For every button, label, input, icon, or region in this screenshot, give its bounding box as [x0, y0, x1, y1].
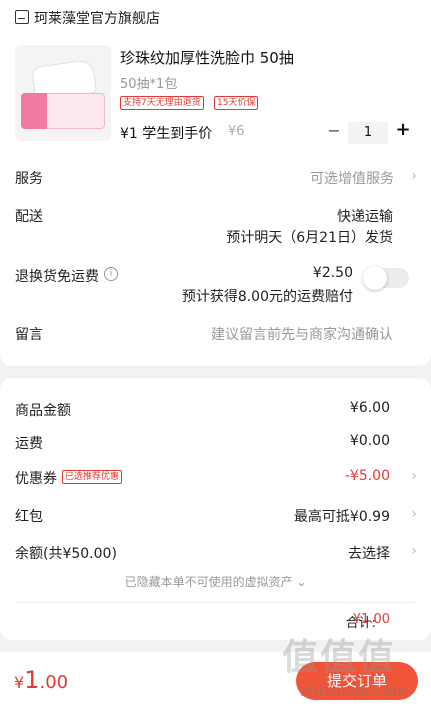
- delivery-eta: 预计明天（6月21日）发货: [226, 230, 393, 246]
- pay-amount-decimal: .00: [39, 672, 69, 693]
- product-spec: 50抽*1包: [120, 77, 178, 92]
- chevron-right-icon[interactable]: ›: [411, 168, 417, 184]
- pay-amount-integer: 1: [24, 666, 40, 694]
- return-policy-tag: 支持7天无理由退货: [120, 96, 204, 110]
- original-price: ¥6: [228, 124, 245, 139]
- quantity-decrease-button[interactable]: −: [326, 121, 342, 140]
- quantity-increase-button[interactable]: +: [394, 119, 412, 140]
- watermark: 值值值: [282, 637, 397, 678]
- chevron-right-icon[interactable]: ›: [411, 543, 417, 559]
- shipping-value: ¥0.00: [349, 433, 390, 449]
- price-protect-tag: 15天价保: [214, 96, 259, 110]
- coupon-label: 优惠券: [15, 471, 57, 487]
- delivery-method: 快递运输: [337, 209, 393, 225]
- message-input[interactable]: 建议留言前先与商家沟通确认: [211, 324, 393, 344]
- product-title[interactable]: 珍珠纹加厚性洗脸巾 50抽: [120, 47, 294, 68]
- pay-amount: ¥1.00: [14, 666, 68, 694]
- chevron-right-icon[interactable]: ›: [411, 468, 417, 484]
- toggle-knob: [363, 266, 387, 290]
- return-insurance-note: 预计获得8.00元的运费赔付: [181, 289, 353, 305]
- student-price: ¥1 学生到手价: [120, 126, 213, 142]
- pay-currency: ¥: [14, 673, 25, 692]
- info-icon[interactable]: i: [104, 267, 118, 281]
- return-insurance-price: ¥2.50: [312, 265, 353, 281]
- total-value: ¥1.00: [352, 612, 390, 627]
- store-icon: [15, 10, 29, 24]
- balance-value[interactable]: 去选择: [348, 543, 390, 563]
- goods-amount-value: ¥6.00: [349, 400, 390, 416]
- coupon-value[interactable]: -¥5.00: [345, 468, 390, 484]
- shipping-label: 运费: [15, 436, 43, 452]
- service-value[interactable]: 可选增值服务: [310, 168, 394, 188]
- package-stripe: [21, 93, 47, 129]
- message-label: 留言: [15, 327, 43, 343]
- chevron-right-icon[interactable]: ›: [411, 506, 417, 522]
- hidden-assets-toggle[interactable]: 已隐藏本单不可使用的虚拟资产 ⌄: [0, 573, 431, 590]
- store-name[interactable]: 珂莱藻堂官方旗舰店: [34, 8, 160, 28]
- return-insurance-label: 退换货免运费: [15, 269, 99, 285]
- balance-label: 余额(共¥50.00): [15, 546, 117, 562]
- quantity-input[interactable]: 1: [348, 122, 388, 144]
- return-insurance-toggle[interactable]: [363, 266, 409, 290]
- service-label: 服务: [15, 171, 43, 187]
- goods-amount-label: 商品金额: [15, 403, 71, 419]
- coupon-badge: 已选推荐优惠: [62, 470, 123, 484]
- red-packet-label: 红包: [15, 509, 43, 525]
- product-thumbnail[interactable]: [15, 45, 111, 141]
- divider: [15, 602, 416, 603]
- red-packet-value[interactable]: 最高可抵¥0.99: [294, 506, 390, 526]
- delivery-label: 配送: [15, 209, 43, 225]
- watermark-url: zhizhizhi.com: [300, 681, 409, 700]
